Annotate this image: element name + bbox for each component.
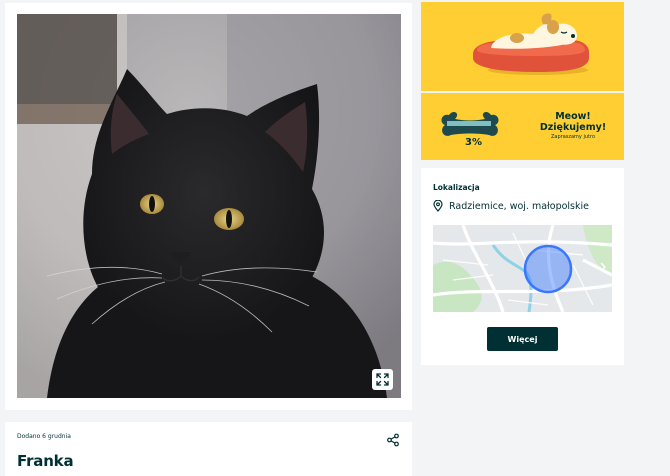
- location-row: Radziemice, woj. małopolskie: [433, 200, 589, 212]
- promo-subtitle: Zapraszamy jutro: [550, 134, 596, 140]
- location-heading: Lokalizacja: [433, 183, 480, 192]
- promo-title-line1: Meow!: [555, 111, 591, 122]
- share-icon: [387, 433, 399, 447]
- location-pin-icon: [433, 200, 443, 212]
- location-map[interactable]: [433, 225, 612, 312]
- share-button[interactable]: [386, 432, 400, 447]
- bone-icon: [441, 112, 499, 136]
- listing-header-card: Dodano 6 grudnia Franka: [5, 422, 412, 476]
- photo-gallery-card: [5, 3, 412, 410]
- expand-photo-button[interactable]: [372, 369, 393, 390]
- more-button[interactable]: Więcej: [487, 327, 558, 351]
- listing-title: Franka: [17, 452, 74, 470]
- dog-bed-illustration: [473, 13, 589, 75]
- promo-title: Meow! Dziękujemy!: [538, 111, 608, 133]
- promo-percent: 3%: [465, 137, 482, 148]
- promo-banner-illustration[interactable]: [421, 2, 624, 91]
- expand-icon: [376, 373, 389, 386]
- black-cat-photo: [17, 14, 401, 398]
- added-date: Dodano 6 grudnia: [17, 433, 71, 440]
- promo-banner[interactable]: 3% Meow! Dziękujemy! Zapraszamy jutro: [421, 93, 624, 160]
- location-text: Radziemice, woj. małopolskie: [449, 200, 589, 212]
- listing-photo[interactable]: [17, 14, 401, 398]
- map-graphic: [433, 225, 612, 312]
- location-card: Lokalizacja Radziemice, woj. małopolskie: [421, 168, 624, 365]
- promo-title-line2: Dziękujemy!: [539, 122, 607, 133]
